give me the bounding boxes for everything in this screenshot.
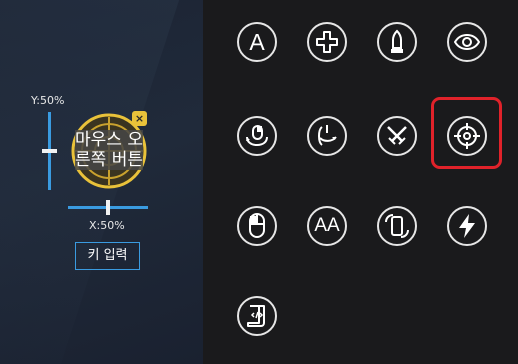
- selection-highlight: [431, 97, 502, 169]
- script-button[interactable]: [237, 296, 277, 336]
- letters-aa-icon: AA: [314, 215, 340, 236]
- multi-key-button[interactable]: AA: [307, 206, 347, 246]
- rotate-view-button[interactable]: [237, 116, 277, 156]
- dpad-icon: [316, 31, 338, 53]
- script-icon: [247, 305, 265, 327]
- aim-label-line-2: 른쪽 버튼: [75, 150, 143, 170]
- aim-label-line-1: 마우스 오: [75, 130, 143, 150]
- mouse-icon: [249, 213, 265, 238]
- attack-button[interactable]: [377, 116, 417, 156]
- key-input-button[interactable]: 키 입력: [75, 242, 140, 270]
- close-icon[interactable]: ×: [132, 111, 147, 126]
- letter-a-icon: A: [249, 28, 265, 55]
- mouse-click-button[interactable]: [237, 206, 277, 246]
- x-position-label: X:50%: [89, 219, 125, 232]
- text-key-button[interactable]: A: [237, 22, 277, 62]
- crossed-swords-icon: [387, 126, 407, 145]
- view-button[interactable]: [447, 22, 487, 62]
- device-rotate-icon: [385, 214, 409, 238]
- rotate-axis-icon: [318, 125, 337, 146]
- eye-icon: [454, 33, 480, 51]
- lightning-icon: [459, 214, 475, 238]
- mouse-rotate-icon: [246, 125, 268, 147]
- free-look-button[interactable]: [307, 116, 347, 156]
- rotate-device-button[interactable]: [377, 206, 417, 246]
- skill-button[interactable]: [377, 22, 417, 62]
- dpad-button[interactable]: [307, 22, 347, 62]
- aim-control-label: 마우스 오 른쪽 버튼: [74, 130, 144, 170]
- x-slider-thumb[interactable]: [106, 200, 110, 215]
- quick-action-button[interactable]: [447, 206, 487, 246]
- bullet-icon: [391, 29, 403, 53]
- y-slider-thumb[interactable]: [42, 149, 57, 153]
- y-position-label: Y:50%: [31, 94, 65, 107]
